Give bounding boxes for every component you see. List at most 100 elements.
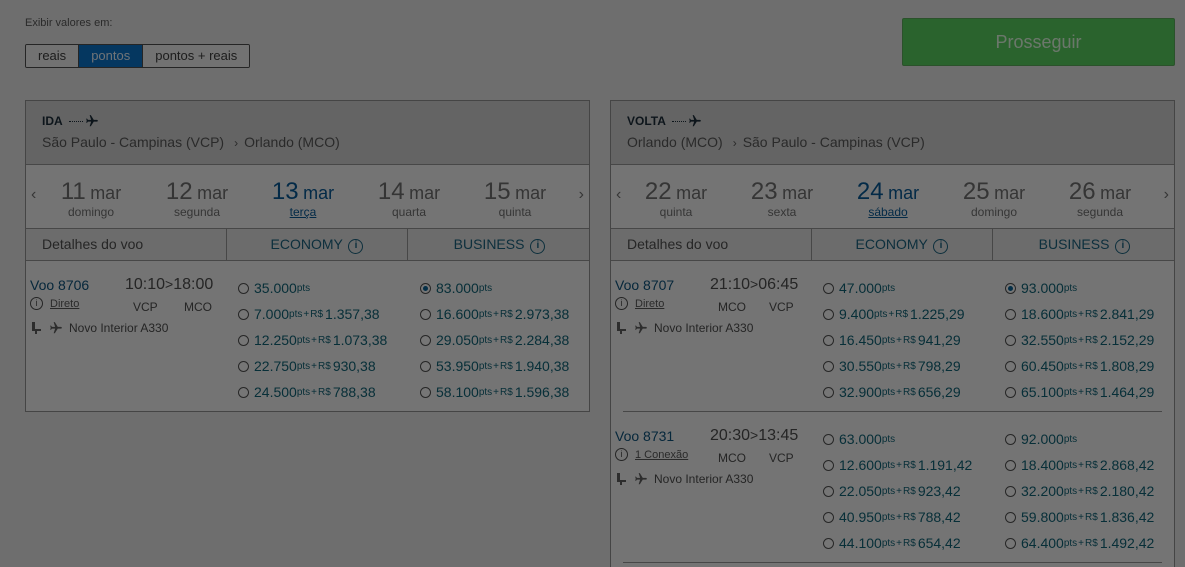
radio-button[interactable] <box>238 282 249 294</box>
info-icon[interactable]: i <box>30 297 43 310</box>
fare-option[interactable]: 32.550 pts + R$ 2.152,29 <box>1005 327 1154 353</box>
radio-button[interactable] <box>420 308 431 320</box>
proceed-button[interactable]: Prosseguir <box>902 18 1175 66</box>
radio-button[interactable] <box>1005 360 1016 372</box>
chevron-right-icon: › <box>234 136 239 150</box>
radio-button[interactable] <box>420 282 431 294</box>
date-option[interactable]: 11 mar domingo <box>51 179 131 220</box>
currency-symbol: R$ <box>903 485 916 497</box>
points-unit: pts <box>1063 511 1078 523</box>
radio-button[interactable] <box>420 334 431 346</box>
fare-option[interactable]: 53.950 pts + R$ 1.940,38 <box>420 353 569 379</box>
fare-option[interactable]: 18.600 pts + R$ 2.841,29 <box>1005 301 1154 327</box>
radio-button[interactable] <box>1005 308 1016 320</box>
stops-link[interactable]: 1 Conexão <box>635 449 688 461</box>
fare-option[interactable]: 58.100 pts + R$ 1.596,38 <box>420 379 569 405</box>
radio-button[interactable] <box>420 386 431 398</box>
radio-button[interactable] <box>823 537 834 549</box>
fare-option[interactable]: 32.200 pts + R$ 2.180,42 <box>1005 478 1154 504</box>
fare-option[interactable]: 83.000 pts <box>420 275 569 301</box>
date-option[interactable]: 23 mar sexta <box>742 179 822 220</box>
date-option[interactable]: 13 mar terça <box>263 179 343 220</box>
radio-button[interactable] <box>238 334 249 346</box>
date-option[interactable]: 22 mar quinta <box>636 179 716 220</box>
points-unit: pts <box>296 334 311 346</box>
radio-button[interactable] <box>1005 511 1016 523</box>
prev-dates-arrow-icon[interactable]: ‹ <box>616 186 621 204</box>
fare-option[interactable]: 59.800 pts + R$ 1.836,42 <box>1005 504 1154 530</box>
radio-button[interactable] <box>238 386 249 398</box>
radio-button[interactable] <box>823 282 834 294</box>
fare-option[interactable]: 32.900 pts + R$ 656,29 <box>823 379 965 405</box>
info-icon[interactable]: i <box>348 239 364 254</box>
flight-number-link[interactable]: Voo 8706 <box>30 277 89 293</box>
fare-option[interactable]: 93.000 pts <box>1005 275 1154 301</box>
fare-option[interactable]: 7.000 pts + R$ 1.357,38 <box>238 301 387 327</box>
radio-button[interactable] <box>823 360 834 372</box>
radio-button[interactable] <box>823 459 834 471</box>
plane-icon <box>635 473 647 485</box>
info-icon[interactable]: i <box>615 448 628 461</box>
radio-button[interactable] <box>1005 386 1016 398</box>
fare-option[interactable]: 12.600 pts + R$ 1.191,42 <box>823 452 972 478</box>
radio-button[interactable] <box>823 386 834 398</box>
date-option[interactable]: 15 mar quinta <box>475 179 555 220</box>
fare-option[interactable]: 9.400 pts + R$ 1.225,29 <box>823 301 965 327</box>
stops-link[interactable]: Direto <box>50 298 79 310</box>
fare-option[interactable]: 12.250 pts + R$ 1.073,38 <box>238 327 387 353</box>
next-dates-arrow-icon[interactable]: › <box>1164 186 1169 204</box>
fare-option[interactable]: 16.450 pts + R$ 941,29 <box>823 327 965 353</box>
date-option[interactable]: 24 mar sábado <box>848 179 928 220</box>
fare-option[interactable]: 35.000 pts <box>238 275 387 301</box>
business-fares: 92.000 pts 18.400 pts + R$ 2.868,42 32.200 pts + R… <box>1005 426 1154 556</box>
date-option[interactable]: 25 mar domingo <box>954 179 1034 220</box>
radio-button[interactable] <box>1005 459 1016 471</box>
fare-option[interactable]: 64.400 pts + R$ 1.492,42 <box>1005 530 1154 556</box>
radio-button[interactable] <box>1005 334 1016 346</box>
fare-option[interactable]: 63.000 pts <box>823 426 972 452</box>
radio-button[interactable] <box>823 485 834 497</box>
fare-option[interactable]: 60.450 pts + R$ 1.808,29 <box>1005 353 1154 379</box>
toggle-reais[interactable]: reais <box>26 45 80 67</box>
fare-option[interactable]: 16.600 pts + R$ 2.973,38 <box>420 301 569 327</box>
date-month: mar <box>303 183 335 203</box>
flight-number-link[interactable]: Voo 8731 <box>615 428 674 444</box>
radio-button[interactable] <box>420 360 431 372</box>
date-option[interactable]: 14 mar quarta <box>369 179 449 220</box>
fare-option[interactable]: 22.050 pts + R$ 923,42 <box>823 478 972 504</box>
fare-option[interactable]: 92.000 pts <box>1005 426 1154 452</box>
date-option[interactable]: 12 mar segunda <box>157 179 237 220</box>
fare-option[interactable]: 22.750 pts + R$ 930,38 <box>238 353 387 379</box>
info-icon[interactable]: i <box>933 239 949 254</box>
date-option[interactable]: 26 mar segunda <box>1060 179 1140 220</box>
toggle-pontos[interactable]: pontos <box>79 45 144 67</box>
flight-number-link[interactable]: Voo 8707 <box>615 277 674 293</box>
radio-button[interactable] <box>823 433 834 445</box>
radio-button[interactable] <box>823 511 834 523</box>
radio-button[interactable] <box>823 334 834 346</box>
plus-sign: + <box>1078 537 1085 549</box>
info-icon[interactable]: i <box>530 239 546 254</box>
radio-button[interactable] <box>1005 433 1016 445</box>
info-icon[interactable]: i <box>615 297 628 310</box>
fare-option[interactable]: 65.100 pts + R$ 1.464,29 <box>1005 379 1154 405</box>
info-icon[interactable]: i <box>1115 239 1131 254</box>
prev-dates-arrow-icon[interactable]: ‹ <box>31 186 36 204</box>
fare-option[interactable]: 24.500 pts + R$ 788,38 <box>238 379 387 405</box>
radio-button[interactable] <box>823 308 834 320</box>
stops-link[interactable]: Direto <box>635 298 664 310</box>
radio-button[interactable] <box>1005 282 1016 294</box>
radio-button[interactable] <box>238 308 249 320</box>
radio-button[interactable] <box>1005 537 1016 549</box>
radio-button[interactable] <box>1005 485 1016 497</box>
fare-option[interactable]: 47.000 pts <box>823 275 965 301</box>
fare-option[interactable]: 29.050 pts + R$ 2.284,38 <box>420 327 569 353</box>
fare-option[interactable]: 18.400 pts + R$ 2.868,42 <box>1005 452 1154 478</box>
fare-option[interactable]: 44.100 pts + R$ 654,42 <box>823 530 972 556</box>
fare-points: 9.400 <box>839 306 875 322</box>
fare-option[interactable]: 40.950 pts + R$ 788,42 <box>823 504 972 530</box>
radio-button[interactable] <box>238 360 249 372</box>
next-dates-arrow-icon[interactable]: › <box>579 186 584 204</box>
toggle-pontos-reais[interactable]: pontos + reais <box>143 45 250 67</box>
fare-option[interactable]: 30.550 pts + R$ 798,29 <box>823 353 965 379</box>
